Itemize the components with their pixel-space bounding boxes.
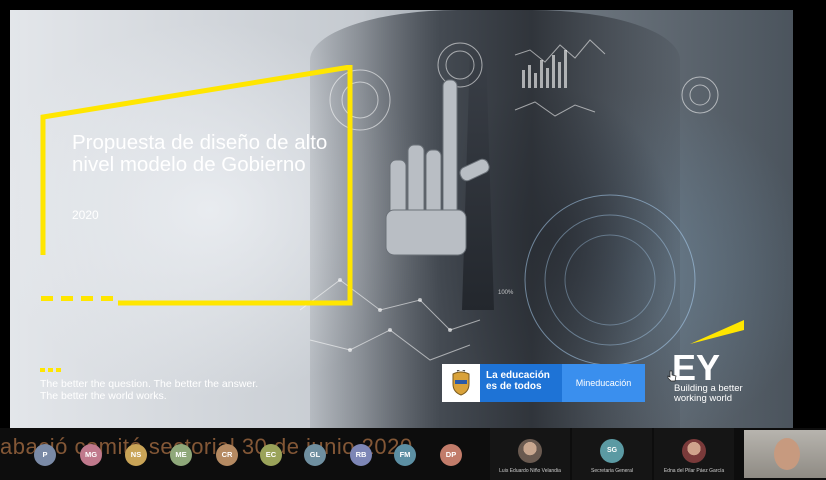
- ey-logo-text: EY: [672, 347, 720, 384]
- top-bar: [0, 0, 826, 10]
- mineducacion-label: Mineducación: [562, 364, 645, 402]
- participant-avatar[interactable]: RB: [350, 444, 372, 466]
- slide-year: 2020: [72, 208, 99, 222]
- avatar-initials: ME: [175, 450, 187, 459]
- participant-avatar[interactable]: DP: [440, 444, 462, 466]
- participant-name: Secretaria General: [591, 468, 633, 474]
- participant-avatar-initials: SG: [600, 439, 624, 463]
- right-bar: [793, 10, 826, 428]
- hud-percentage: 100%: [498, 290, 514, 296]
- participant-avatar[interactable]: NS: [125, 444, 147, 466]
- participant-avatar[interactable]: EC: [260, 444, 282, 466]
- participant-tile[interactable]: Luis Eduardo Niño Velandia: [490, 428, 570, 480]
- avatar-initials: CR: [221, 450, 233, 459]
- ey-tagline: The better the question. The better the …: [40, 378, 258, 402]
- slide-title: Propuesta de diseño de alto nivel modelo…: [72, 131, 328, 176]
- avatar-initials: DP: [445, 450, 457, 459]
- participant-tile[interactable]: Edna del Pilar Páez García: [654, 428, 734, 480]
- avatar-initials: NS: [130, 450, 142, 459]
- participant-avatar[interactable]: MG: [80, 444, 102, 466]
- camera-face: [774, 438, 800, 470]
- yellow-frame-graphic: [40, 65, 353, 306]
- participant-avatar[interactable]: GL: [304, 444, 326, 466]
- tagline-dots-icon: [40, 368, 61, 372]
- avatar-initials: FM: [399, 450, 411, 459]
- ey-logo-icon: EY: [672, 320, 744, 384]
- participants-strip: abació comité sectorial 30 de junio 2020…: [0, 428, 826, 480]
- avatar-initials: EC: [265, 450, 277, 459]
- participant-photo: [682, 439, 706, 463]
- participant-avatar[interactable]: CR: [216, 444, 238, 466]
- hand-cursor-icon: [667, 370, 677, 382]
- participant-name: Edna del Pilar Páez García: [663, 468, 725, 474]
- tagline-line-1: The better the question. The better the …: [40, 378, 259, 390]
- coat-of-arms-icon: [452, 370, 470, 396]
- avatar-initials: RB: [355, 450, 367, 459]
- coat-of-arms-box: [442, 364, 480, 402]
- avatar-initials: P: [42, 450, 48, 459]
- edu-line-1: La educación: [486, 370, 550, 381]
- participant-avatar[interactable]: ME: [170, 444, 192, 466]
- avatar-initials: GL: [309, 450, 321, 459]
- edu-line-2: es de todos: [486, 381, 542, 392]
- self-camera-tile[interactable]: [744, 430, 826, 478]
- tagline-line-2: The better the world works.: [40, 390, 167, 402]
- education-slogan: La educación es de todos: [486, 370, 550, 392]
- participant-avatar[interactable]: P: [34, 444, 56, 466]
- ey-slogan: Building a better working world: [674, 384, 743, 404]
- shared-slide: 100% Propuesta de diseño de alto nivel m…: [10, 10, 793, 428]
- participant-avatar[interactable]: FM: [394, 444, 416, 466]
- ey-line-2: working world: [674, 393, 733, 404]
- mineducacion-logo: La educación es de todos Mineducación: [442, 364, 645, 402]
- participant-tile[interactable]: SG Secretaria General: [572, 428, 652, 480]
- participant-name: Luis Eduardo Niño Velandia: [499, 468, 561, 474]
- avatar-initials: MG: [84, 450, 98, 459]
- participant-photo: [518, 439, 542, 463]
